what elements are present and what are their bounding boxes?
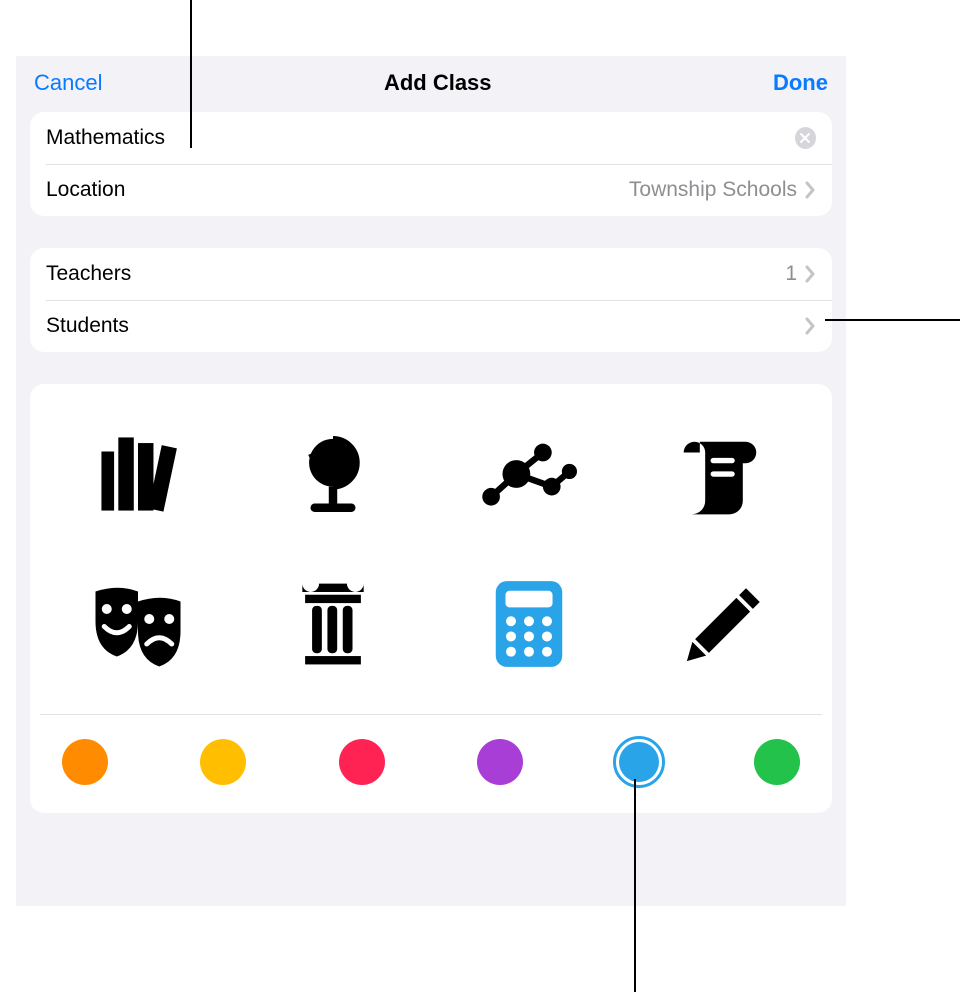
callout-line [825, 319, 960, 321]
color-swatch-purple[interactable] [477, 739, 523, 785]
callout-line [190, 0, 192, 148]
column-icon[interactable] [273, 574, 393, 674]
color-swatch-yellow[interactable] [200, 739, 246, 785]
teachers-count: 1 [785, 262, 797, 286]
clear-text-button[interactable] [795, 127, 816, 149]
pencil-icon[interactable] [664, 574, 784, 674]
students-label: Students [46, 314, 129, 338]
cancel-button[interactable]: Cancel [34, 70, 102, 96]
location-value: Township Schools [629, 178, 797, 202]
globe-icon[interactable] [273, 424, 393, 524]
chevron-right-icon [805, 265, 816, 283]
color-swatch-row [30, 715, 832, 813]
color-swatch-green[interactable] [754, 739, 800, 785]
color-swatch-orange[interactable] [62, 739, 108, 785]
location-row[interactable]: Location Township Schools [30, 164, 832, 216]
scroll-icon[interactable] [664, 424, 784, 524]
dialog-header: Cancel Add Class Done [16, 56, 846, 112]
teachers-row[interactable]: Teachers 1 [30, 248, 832, 300]
dialog-title: Add Class [384, 70, 492, 96]
name-location-group: Location Township Schools [30, 112, 832, 216]
class-name-input[interactable] [46, 126, 783, 150]
chevron-right-icon [805, 181, 816, 199]
students-row[interactable]: Students [30, 300, 832, 352]
chevron-right-icon [805, 317, 816, 335]
done-button[interactable]: Done [773, 70, 828, 96]
color-swatch-pink[interactable] [339, 739, 385, 785]
class-icon-grid [30, 384, 832, 714]
icon-color-card [30, 384, 832, 813]
masks-icon[interactable] [78, 574, 198, 674]
teachers-label: Teachers [46, 262, 131, 286]
location-label: Location [46, 178, 125, 202]
color-swatch-blue[interactable] [619, 742, 659, 782]
calculator-icon[interactable] [469, 574, 589, 674]
books-icon[interactable] [78, 424, 198, 524]
callout-line [634, 779, 636, 992]
class-name-row[interactable] [30, 112, 832, 164]
people-group: Teachers 1 Students [30, 248, 832, 352]
close-icon [799, 132, 811, 144]
add-class-dialog: Cancel Add Class Done Location Township … [16, 56, 846, 906]
molecule-icon[interactable] [469, 424, 589, 524]
